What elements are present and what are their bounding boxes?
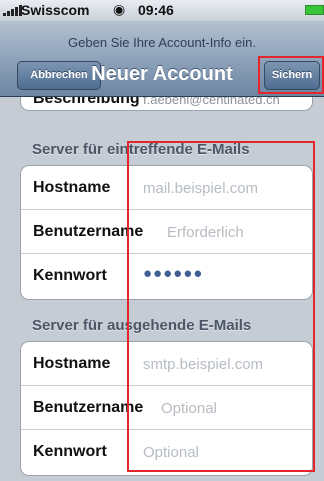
status-bar: Swisscom ◉ 09:46	[0, 0, 324, 21]
description-row[interactable]: Beschreibung f.aebehi@centinated.ch	[21, 97, 312, 110]
status-time: 09:46	[138, 2, 174, 18]
save-button-highlight	[258, 56, 324, 94]
input-fields-highlight	[127, 141, 315, 472]
incoming-hostname-label: Hostname	[33, 179, 111, 196]
navigation-bar: Geben Sie Ihre Account-Info ein. Abbrech…	[0, 21, 324, 97]
description-group: Beschreibung f.aebehi@centinated.ch	[20, 97, 313, 111]
signal-strength-icon	[3, 5, 22, 16]
carrier-name: Swisscom	[21, 2, 90, 18]
wifi-icon: ◉	[113, 1, 126, 17]
account-info-prompt: Geben Sie Ihre Account-Info ein.	[68, 35, 256, 50]
outgoing-password-label: Kennwort	[33, 443, 107, 460]
description-field[interactable]: f.aebehi@centinated.ch	[143, 97, 280, 107]
incoming-password-label: Kennwort	[33, 267, 107, 284]
description-label: Beschreibung	[33, 97, 140, 107]
outgoing-hostname-label: Hostname	[33, 355, 111, 372]
battery-icon	[305, 5, 324, 15]
